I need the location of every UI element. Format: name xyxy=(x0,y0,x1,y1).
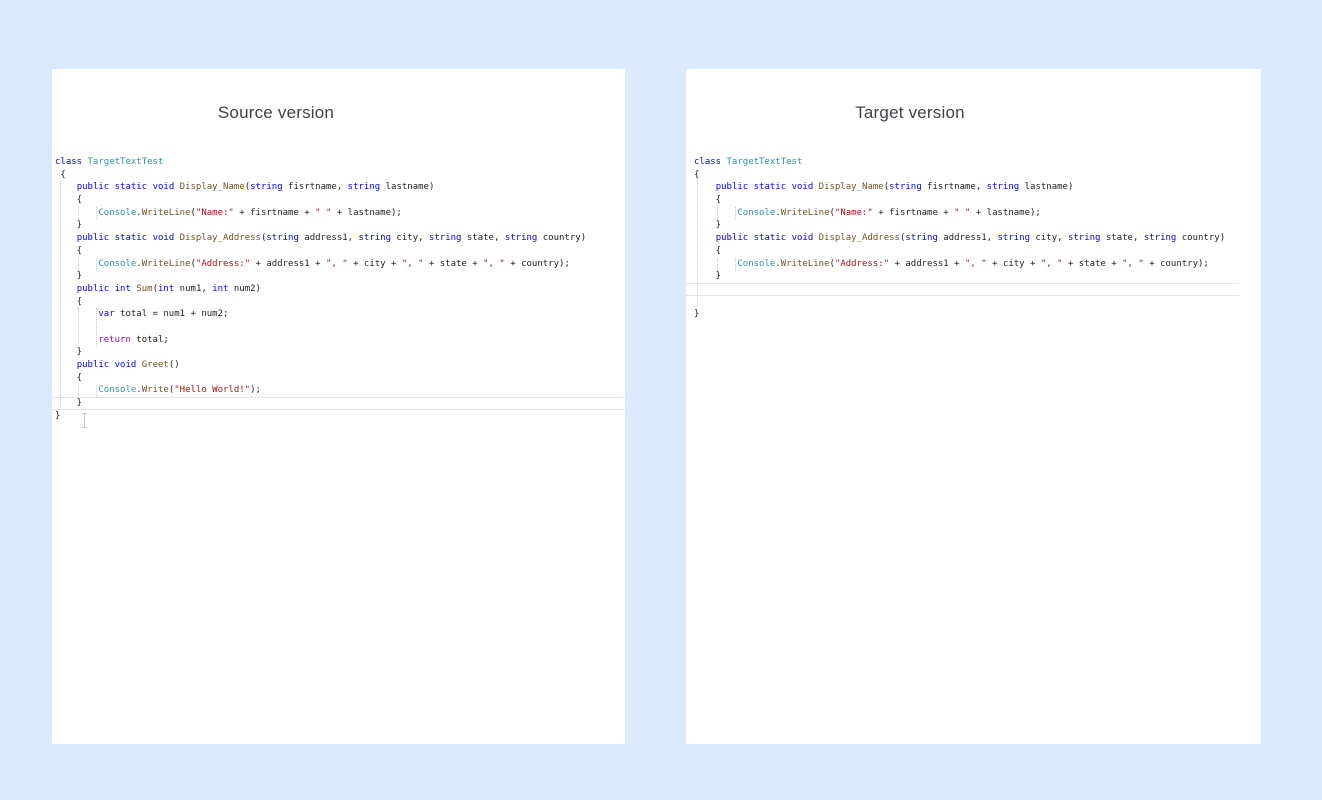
code-line: public static void Display_Address(strin… xyxy=(55,232,625,245)
code-line: public static void Display_Address(strin… xyxy=(694,232,1261,245)
code-line: Console.Write("Hello World!"); xyxy=(55,384,625,397)
code-line xyxy=(55,321,625,334)
code-line: } xyxy=(694,308,1261,321)
code-line: public static void Display_Name(string f… xyxy=(694,181,1261,194)
comparison-view: { "colors": { "background": "#dbe9fc", "… xyxy=(0,0,1322,800)
code-line: var total = num1 + num2; xyxy=(55,308,625,321)
code-line: } xyxy=(694,219,1261,232)
code-line: { xyxy=(55,296,625,309)
code-line: { xyxy=(55,372,625,385)
code-line: Console.WriteLine("Name:" + fisrtname + … xyxy=(694,207,1261,220)
source-page-title: Source version xyxy=(52,103,500,123)
code-line: public int Sum(int num1, int num2) xyxy=(55,283,625,296)
code-line: { xyxy=(55,194,625,207)
code-line: class TargetTextTest xyxy=(694,156,1261,169)
code-line: } xyxy=(55,270,625,283)
code-line: class TargetTextTest xyxy=(55,156,625,169)
target-code-editor[interactable]: class TargetTextTest{ public static void… xyxy=(686,156,1261,744)
code-line: { xyxy=(694,169,1261,182)
code-line: Console.WriteLine("Address:" + address1 … xyxy=(694,258,1261,271)
target-version-page: Target version class TargetTextTest{ pub… xyxy=(686,69,1261,744)
code-line: { xyxy=(694,245,1261,258)
code-line xyxy=(694,296,1261,309)
code-line: } xyxy=(55,219,625,232)
code-line xyxy=(694,283,1261,296)
code-line: Console.WriteLine("Address:" + address1 … xyxy=(55,258,625,271)
code-line: } xyxy=(55,397,625,410)
code-line: { xyxy=(694,194,1261,207)
source-code-editor[interactable]: class TargetTextTest { public static voi… xyxy=(52,156,625,744)
code-line: public static void Display_Name(string f… xyxy=(55,181,625,194)
code-line: public void Greet() xyxy=(55,359,625,372)
code-line: } xyxy=(55,346,625,359)
code-line: } xyxy=(55,410,625,423)
source-version-page: Source version class TargetTextTest { pu… xyxy=(52,69,625,744)
code-line: Console.WriteLine("Name:" + fisrtname + … xyxy=(55,207,625,220)
code-line: } xyxy=(694,270,1261,283)
code-line: { xyxy=(55,169,625,182)
target-page-title: Target version xyxy=(686,103,1134,123)
code-line: return total; xyxy=(55,334,625,347)
code-line: { xyxy=(55,245,625,258)
